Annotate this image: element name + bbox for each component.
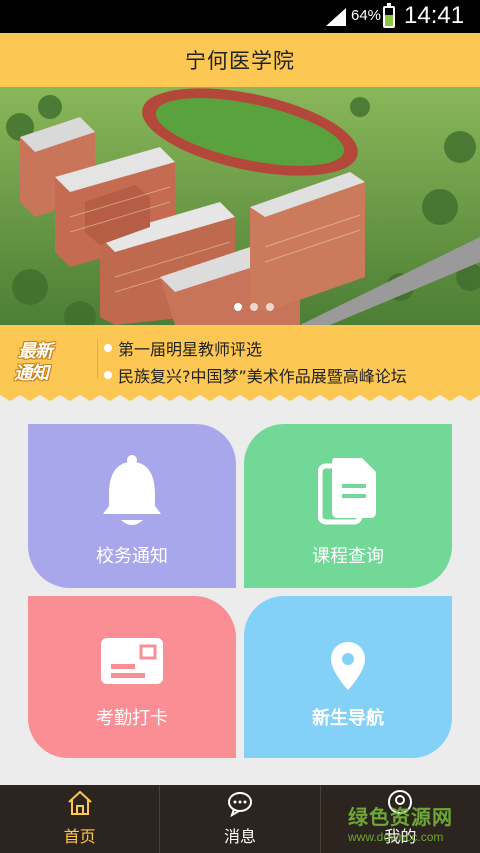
carousel-dots[interactable] bbox=[232, 301, 276, 313]
freshman-guide-tile[interactable]: 新生导航 bbox=[244, 596, 452, 758]
school-notice-tile[interactable]: 校务通知 bbox=[28, 424, 236, 588]
notice-item[interactable]: 第一届明星教师评选 bbox=[104, 336, 262, 360]
clock: 14:41 bbox=[404, 2, 465, 29]
course-query-label: 课程查询 bbox=[312, 546, 384, 567]
documents-icon bbox=[318, 458, 376, 525]
notice-item-text: 第一届明星教师评选 bbox=[118, 340, 263, 359]
divider bbox=[97, 339, 98, 379]
bullet-icon bbox=[104, 371, 112, 379]
battery-percent: 64% bbox=[351, 7, 382, 24]
school-notice-label: 校务通知 bbox=[96, 546, 168, 567]
home-icon bbox=[67, 790, 92, 815]
status-bar: 64% 14:41 bbox=[0, 0, 480, 33]
bell-icon bbox=[103, 455, 161, 525]
watermark-text: 绿色资源网 bbox=[348, 805, 453, 829]
battery-icon bbox=[383, 3, 395, 28]
course-query-tile[interactable]: 课程查询 bbox=[244, 424, 452, 588]
app-header: 宁何医学院 bbox=[0, 33, 480, 87]
campus-photo bbox=[0, 87, 480, 325]
bullet-icon bbox=[104, 344, 112, 352]
attendance-label: 考勤打卡 bbox=[96, 708, 168, 729]
tab-home-label: 首页 bbox=[63, 827, 96, 846]
card-icon bbox=[101, 638, 163, 684]
watermark-url: www.downcc.com bbox=[348, 830, 444, 844]
notice-item-text: 民族复兴?中国梦”美术作品展暨高峰论坛 bbox=[118, 367, 407, 386]
badge-line2: 通知 bbox=[14, 363, 49, 384]
banner-carousel[interactable] bbox=[0, 87, 480, 325]
page-title: 宁何医学院 bbox=[185, 49, 295, 73]
tab-messages[interactable]: 消息 bbox=[159, 785, 319, 853]
map-pin-icon bbox=[331, 642, 365, 690]
signal-icon bbox=[326, 8, 346, 26]
attendance-tile[interactable]: 考勤打卡 bbox=[28, 596, 236, 758]
tab-home[interactable]: 首页 bbox=[0, 785, 159, 853]
notice-item[interactable]: 民族复兴?中国梦”美术作品展暨高峰论坛 bbox=[104, 363, 407, 387]
latest-notice-strip: 最新 通知 第一届明星教师评选 民族复兴?中国梦”美术作品展暨高峰论坛 bbox=[0, 325, 480, 393]
zigzag-divider bbox=[0, 393, 480, 401]
chat-bubble-icon bbox=[227, 792, 252, 817]
latest-notice-badge: 最新 通知 bbox=[12, 335, 74, 384]
tab-messages-label: 消息 bbox=[223, 827, 256, 846]
freshman-guide-label: 新生导航 bbox=[312, 708, 384, 729]
